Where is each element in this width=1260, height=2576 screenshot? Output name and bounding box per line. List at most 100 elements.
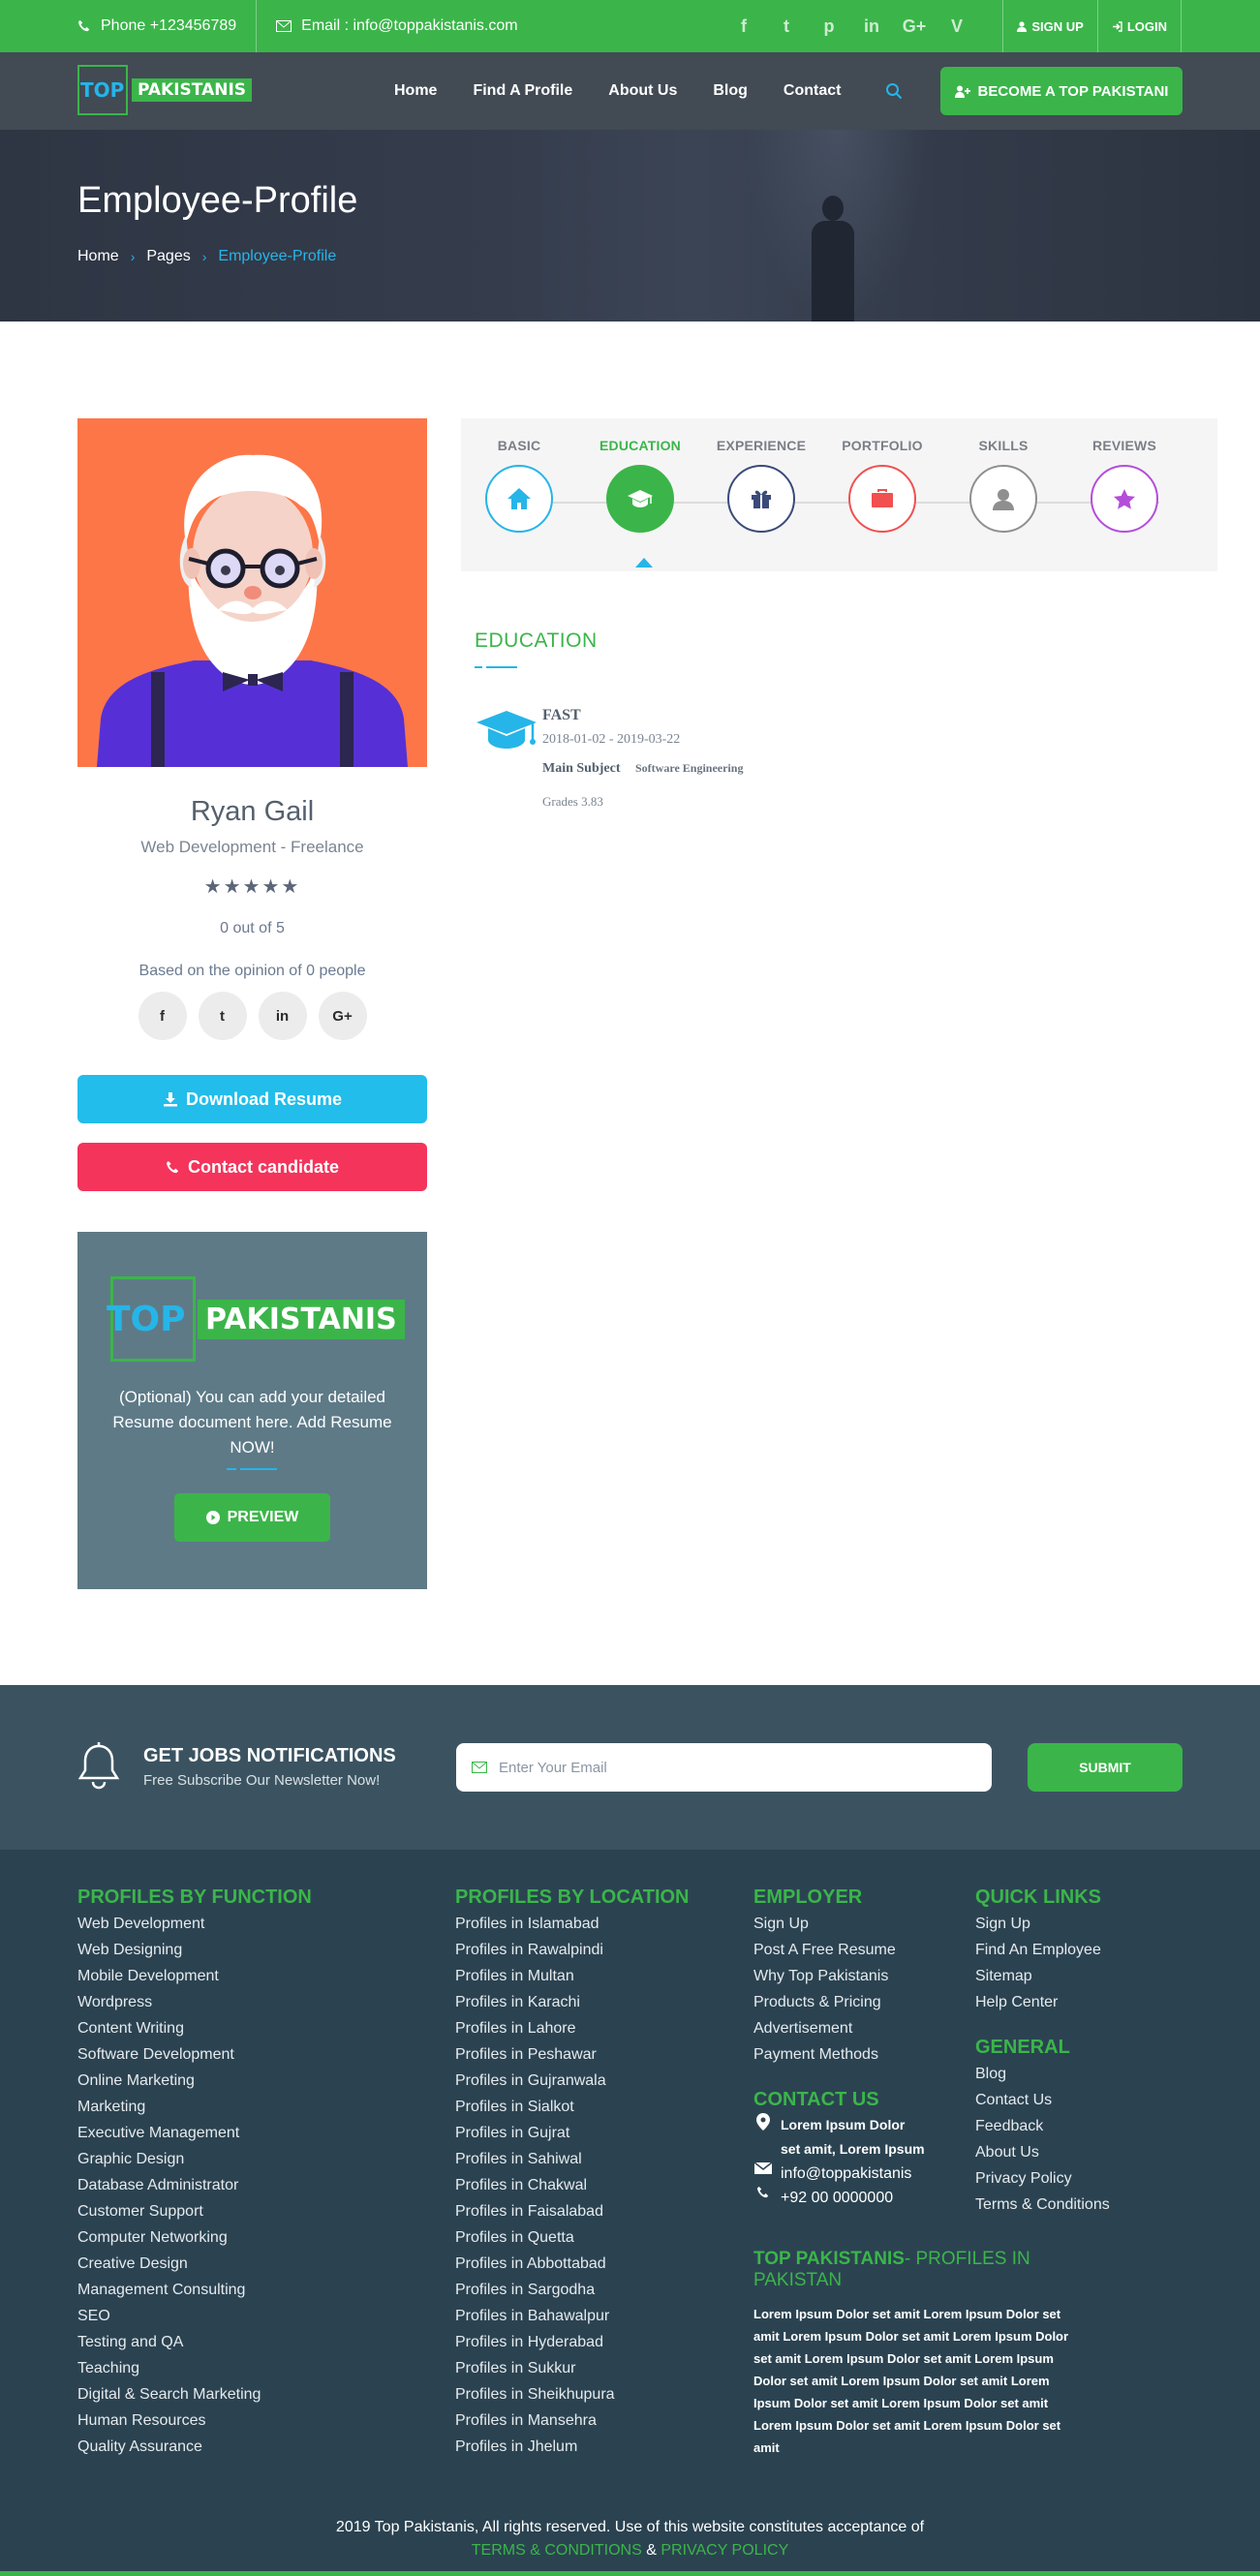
footer-location-link[interactable]: Profiles in Sialkot: [455, 2094, 690, 2120]
footer-general-link[interactable]: About Us: [975, 2139, 1110, 2165]
footer-location-link[interactable]: Profiles in Islamabad: [455, 1911, 690, 1937]
preview-button[interactable]: PREVIEW: [174, 1493, 330, 1542]
footer-function-link[interactable]: Customer Support: [77, 2198, 312, 2224]
become-top-pakistani-button[interactable]: BECOME A TOP PAKISTANI: [940, 67, 1183, 115]
footer-location-link[interactable]: Profiles in Multan: [455, 1963, 690, 1989]
footer-function-link[interactable]: Digital & Search Marketing: [77, 2381, 312, 2407]
footer-employer-link[interactable]: Sign Up: [753, 1911, 928, 1937]
footer-general-link[interactable]: Privacy Policy: [975, 2165, 1110, 2192]
breadcrumb-pages[interactable]: Pages: [146, 248, 190, 265]
footer-function-link[interactable]: Graphic Design: [77, 2146, 312, 2172]
footer-function-link[interactable]: Wordpress: [77, 1989, 312, 2015]
tab-reviews[interactable]: REVIEWS: [1066, 438, 1183, 533]
footer-location-link[interactable]: Profiles in Gujranwala: [455, 2068, 690, 2094]
footer-employer-link[interactable]: Why Top Pakistanis: [753, 1963, 928, 1989]
footer-general-link[interactable]: Feedback: [975, 2113, 1110, 2139]
footer-function-link[interactable]: Software Development: [77, 2041, 312, 2068]
footer-location-link[interactable]: Profiles in Abbottabad: [455, 2251, 690, 2277]
nav-about[interactable]: About Us: [608, 82, 677, 100]
site-logo[interactable]: TOP PAKISTANIS: [77, 65, 253, 115]
footer-location-link[interactable]: Profiles in Sukkur: [455, 2355, 690, 2381]
share-twitter-icon[interactable]: t: [198, 992, 247, 1040]
footer-function-link[interactable]: Marketing: [77, 2094, 312, 2120]
facebook-icon[interactable]: f: [722, 16, 765, 37]
nav-contact[interactable]: Contact: [784, 82, 842, 100]
footer-location-link[interactable]: Profiles in Peshawar: [455, 2041, 690, 2068]
footer-quick-link[interactable]: Sitemap: [975, 1963, 1110, 1989]
login-link[interactable]: LOGIN: [1096, 0, 1182, 52]
footer-function-link[interactable]: Web Designing: [77, 1937, 312, 1963]
footer-location-link[interactable]: Profiles in Lahore: [455, 2015, 690, 2041]
nav-find-profile[interactable]: Find A Profile: [473, 82, 572, 100]
vimeo-icon[interactable]: V: [936, 16, 978, 37]
pinterest-icon[interactable]: p: [808, 16, 850, 37]
tab-experience[interactable]: EXPERIENCE: [703, 438, 819, 533]
footer-quick-link[interactable]: Sign Up: [975, 1911, 1110, 1937]
footer-location-link[interactable]: Profiles in Karachi: [455, 1989, 690, 2015]
gift-icon: [727, 465, 795, 533]
share-google-plus-icon[interactable]: G+: [318, 992, 367, 1040]
contact-candidate-button[interactable]: Contact candidate: [77, 1143, 427, 1191]
footer-general-link[interactable]: Terms & Conditions: [975, 2192, 1110, 2218]
footer-general-link[interactable]: Blog: [975, 2061, 1110, 2087]
footer-function-link[interactable]: Human Resources: [77, 2407, 312, 2434]
email-text[interactable]: Email : info@toppakistanis.com: [301, 17, 517, 35]
footer-function-link[interactable]: Quality Assurance: [77, 2434, 312, 2460]
nav-blog[interactable]: Blog: [713, 82, 748, 100]
footer-location-link[interactable]: Profiles in Faisalabad: [455, 2198, 690, 2224]
footer-location-link[interactable]: Profiles in Chakwal: [455, 2172, 690, 2198]
footer-employer-link[interactable]: Products & Pricing: [753, 1989, 928, 2015]
candidate-name: Ryan Gail: [190, 796, 315, 827]
search-icon[interactable]: [885, 82, 903, 100]
footer-location-link[interactable]: Profiles in Mansehra: [455, 2407, 690, 2434]
footer-location-link[interactable]: Profiles in Jhelum: [455, 2434, 690, 2460]
linkedin-icon[interactable]: in: [850, 16, 893, 37]
graduation-cap-icon: [476, 711, 537, 749]
footer-function-link[interactable]: Web Development: [77, 1911, 312, 1937]
footer-location-link[interactable]: Profiles in Bahawalpur: [455, 2303, 690, 2329]
twitter-icon[interactable]: t: [765, 16, 808, 37]
footer-location-link[interactable]: Profiles in Sargodha: [455, 2277, 690, 2303]
footer-function-link[interactable]: Creative Design: [77, 2251, 312, 2277]
footer-function-link[interactable]: SEO: [77, 2303, 312, 2329]
signup-link[interactable]: SIGN UP: [1002, 0, 1096, 52]
footer-location-link[interactable]: Profiles in Rawalpindi: [455, 1937, 690, 1963]
google-plus-icon[interactable]: G+: [893, 16, 936, 37]
footer-function-link[interactable]: Content Writing: [77, 2015, 312, 2041]
main-nav: TOP PAKISTANIS Home Find A Profile About…: [0, 52, 1260, 130]
nav-home[interactable]: Home: [394, 82, 437, 100]
footer-function-link[interactable]: Teaching: [77, 2355, 312, 2381]
footer-function-link[interactable]: Online Marketing: [77, 2068, 312, 2094]
newsletter-submit-button[interactable]: SUBMIT: [1028, 1743, 1183, 1792]
breadcrumb-home[interactable]: Home: [77, 248, 119, 265]
footer-quick-link[interactable]: Help Center: [975, 1989, 1110, 2015]
footer-location-link[interactable]: Profiles in Gujrat: [455, 2120, 690, 2146]
footer-function-link[interactable]: Computer Networking: [77, 2224, 312, 2251]
footer-function-link[interactable]: Testing and QA: [77, 2329, 312, 2355]
footer-function-link[interactable]: Executive Management: [77, 2120, 312, 2146]
tab-basic[interactable]: BASIC: [461, 438, 577, 533]
tab-education[interactable]: EDUCATION: [582, 438, 698, 533]
newsletter-subtitle: Free Subscribe Our Newsletter Now!: [143, 1772, 381, 1789]
footer-location-link[interactable]: Profiles in Quetta: [455, 2224, 690, 2251]
footer-email[interactable]: info@toppakistanis: [753, 2162, 928, 2186]
footer-location-link[interactable]: Profiles in Sheikhupura: [455, 2381, 690, 2407]
share-facebook-icon[interactable]: f: [138, 992, 187, 1040]
footer-general-link[interactable]: Contact Us: [975, 2087, 1110, 2113]
footer-function-link[interactable]: Database Administrator: [77, 2172, 312, 2198]
footer-function-link[interactable]: Mobile Development: [77, 1963, 312, 1989]
privacy-link[interactable]: PRIVACY POLICY: [661, 2542, 788, 2559]
tab-skills[interactable]: SKILLS: [945, 438, 1061, 533]
footer-employer-link[interactable]: Post A Free Resume: [753, 1937, 928, 1963]
footer-employer-link[interactable]: Payment Methods: [753, 2041, 928, 2068]
footer-function-link[interactable]: Management Consulting: [77, 2277, 312, 2303]
footer-location-link[interactable]: Profiles in Sahiwal: [455, 2146, 690, 2172]
terms-link[interactable]: TERMS & CONDITIONS: [472, 2542, 642, 2559]
footer-employer-link[interactable]: Advertisement: [753, 2015, 928, 2041]
share-linkedin-icon[interactable]: in: [258, 992, 307, 1040]
newsletter-email-input[interactable]: Enter Your Email: [456, 1743, 992, 1792]
footer-quick-link[interactable]: Find An Employee: [975, 1937, 1110, 1963]
download-resume-button[interactable]: Download Resume: [77, 1075, 427, 1123]
tab-portfolio[interactable]: PORTFOLIO: [824, 438, 940, 533]
footer-location-link[interactable]: Profiles in Hyderabad: [455, 2329, 690, 2355]
